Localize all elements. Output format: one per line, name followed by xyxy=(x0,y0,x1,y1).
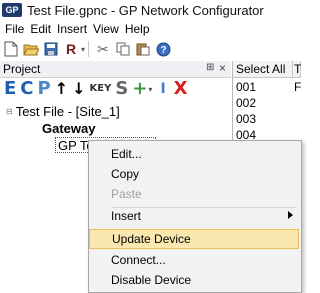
window-title: Test File.gpnc - GP Network Configurator xyxy=(27,2,264,18)
open-folder-icon[interactable] xyxy=(22,40,40,58)
select-all-header[interactable]: Select All xyxy=(233,61,293,78)
key-button[interactable]: KEY xyxy=(90,79,112,99)
table-cell[interactable]: F xyxy=(293,79,301,95)
submenu-arrow-icon xyxy=(288,211,293,219)
tree-node-label: Test File - [Site_1] xyxy=(15,103,120,119)
cursor-icon[interactable]: I xyxy=(160,79,165,99)
c-button[interactable]: C xyxy=(20,79,33,99)
dropdown-arrow-icon[interactable]: ▾ xyxy=(81,45,85,54)
add-dropdown-arrow-icon[interactable]: ▾ xyxy=(148,85,152,94)
close-icon[interactable]: × xyxy=(219,61,226,75)
p-button[interactable]: P xyxy=(38,79,51,99)
menu-item-label: Connect... xyxy=(111,253,166,267)
menu-item-paste[interactable]: Paste xyxy=(89,184,299,204)
up-arrow-icon[interactable]: ↑ xyxy=(55,79,68,99)
menu-item-connect[interactable]: Connect... xyxy=(89,250,299,270)
copy-icon[interactable] xyxy=(114,40,132,58)
save-icon[interactable] xyxy=(42,40,60,58)
menu-item-label: Edit... xyxy=(111,147,142,161)
menu-item-disable-device[interactable]: Disable Device xyxy=(89,270,299,290)
add-icon[interactable]: + xyxy=(132,79,147,99)
menu-item-label: Paste xyxy=(111,187,142,201)
project-panel-header: Project ⊞ × xyxy=(0,61,231,78)
tree-node-site[interactable]: ⊟ Test File - [Site_1] xyxy=(6,103,120,119)
context-menu: Edit... Copy Paste Insert Update Device … xyxy=(88,140,302,293)
menu-bar: File Edit Insert View Help xyxy=(0,20,300,38)
paste-icon[interactable] xyxy=(134,40,152,58)
menu-item-update-device[interactable]: Update Device xyxy=(89,229,299,249)
e-button[interactable]: E xyxy=(4,79,16,99)
delete-icon[interactable]: X xyxy=(174,79,188,99)
menu-item-label: Disable Device xyxy=(111,273,192,287)
run-icon[interactable]: R xyxy=(62,40,80,58)
menu-item-label: Update Device xyxy=(112,232,191,246)
run-label: R xyxy=(65,41,77,57)
menu-help[interactable]: Help xyxy=(122,22,153,36)
new-file-icon[interactable] xyxy=(2,40,20,58)
table-cell[interactable] xyxy=(293,111,294,127)
table-cell-id[interactable]: 002 xyxy=(233,95,256,111)
app-logo-icon: GP xyxy=(2,3,22,17)
menu-edit[interactable]: Edit xyxy=(27,22,54,36)
menu-item-label: Copy xyxy=(111,167,140,181)
table-cell-id[interactable]: 003 xyxy=(233,111,256,127)
project-panel-title: Project xyxy=(3,62,41,76)
cut-icon[interactable]: ✂ xyxy=(94,40,112,58)
menu-insert[interactable]: Insert xyxy=(54,22,90,36)
toolbar-separator xyxy=(88,41,90,57)
menu-item-edit[interactable]: Edit... xyxy=(89,144,299,164)
s-button[interactable]: S xyxy=(115,79,128,99)
tree-node-label: Gateway xyxy=(42,120,96,136)
menu-item-copy[interactable]: Copy xyxy=(89,164,299,184)
down-arrow-icon[interactable]: ↓ xyxy=(72,79,85,99)
project-toolbar: E C P ↑ ↓ KEY S + ▾ I X xyxy=(0,78,231,100)
title-bar: GP Test File.gpnc - GP Network Configura… xyxy=(0,0,300,20)
column-header[interactable]: T xyxy=(293,61,301,78)
table-cell[interactable] xyxy=(293,95,294,111)
table-cell-id[interactable]: 001 xyxy=(233,79,256,95)
collapse-icon[interactable]: ⊟ xyxy=(6,107,13,116)
help-icon[interactable]: ? xyxy=(154,40,172,58)
menu-view[interactable]: View xyxy=(90,22,122,36)
tree-node-gateway[interactable]: Gateway xyxy=(42,120,95,136)
pin-icon[interactable]: ⊞ xyxy=(206,62,214,73)
menu-item-label: Insert xyxy=(111,209,142,223)
main-toolbar: R ▾ ✂ ? xyxy=(0,38,300,60)
menu-file[interactable]: File xyxy=(0,22,27,36)
svg-text:?: ? xyxy=(160,45,166,56)
menu-item-insert[interactable]: Insert xyxy=(89,206,299,226)
